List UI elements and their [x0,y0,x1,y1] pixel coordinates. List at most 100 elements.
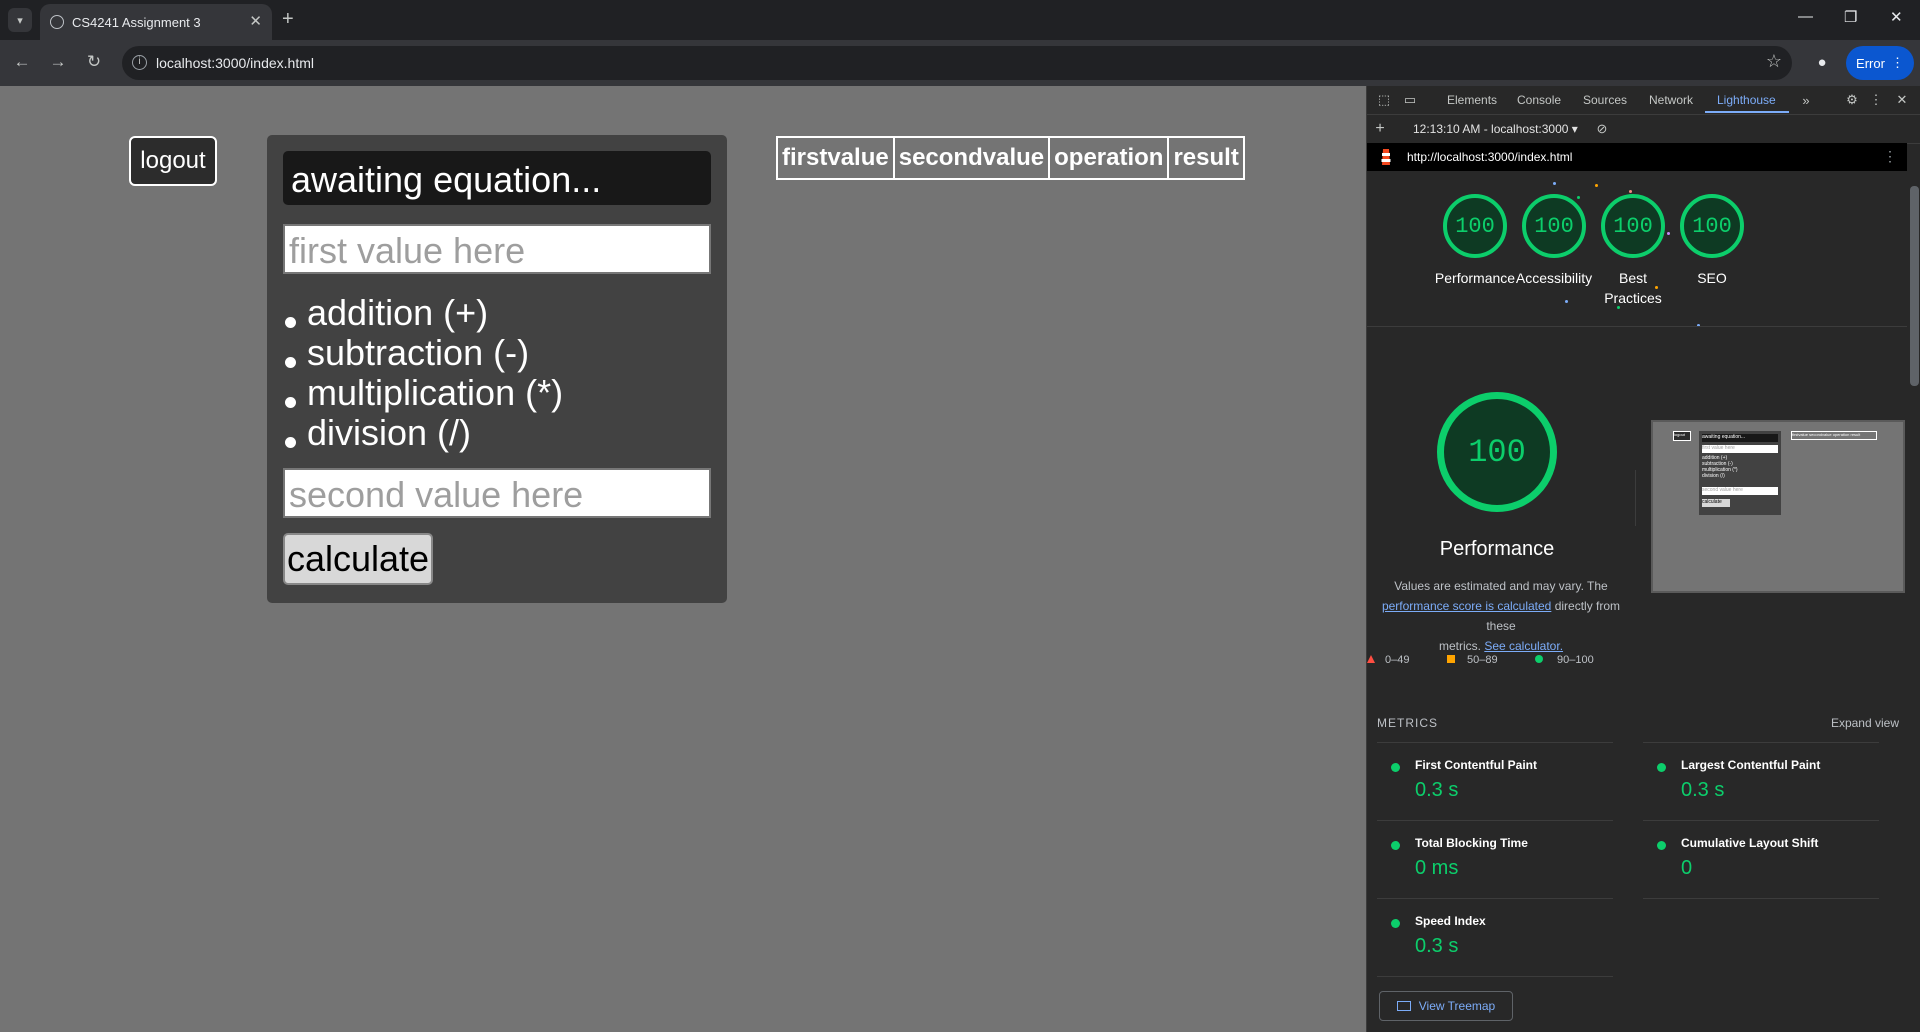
close-window-icon[interactable]: ✕ [1890,8,1903,26]
lighthouse-logo-icon [1381,149,1391,165]
confetti-dot [1553,182,1556,185]
second-value-input[interactable]: second value here [283,468,711,518]
performance-big-gauge: 100 [1437,392,1557,512]
best-practices-score-gauge[interactable]: 100 [1601,194,1665,258]
metric-fcp: First Contentful Paint 0.3 s [1377,742,1613,807]
close-devtools-icon[interactable]: ✕ [1893,91,1911,109]
treemap-label: View Treemap [1418,999,1496,1013]
browser-tab[interactable]: CS4241 Assignment 3 ✕ [40,4,272,40]
pass-dot-icon [1657,763,1666,772]
metric-value: 0.3 s [1415,935,1459,957]
close-tab-icon[interactable]: ✕ [249,12,262,30]
note-text-3: metrics. [1438,639,1481,653]
score-calculated-link[interactable]: performance score is calculated [1382,599,1551,613]
site-info-icon[interactable]: i [132,55,147,70]
page-screenshot-thumbnail[interactable]: logout awaiting equation... first value … [1651,420,1905,593]
logout-button[interactable]: logout [129,136,217,186]
new-report-icon[interactable]: + [1371,120,1389,138]
tab-lighthouse[interactable]: Lighthouse [1717,93,1776,107]
settings-gear-icon[interactable]: ⚙ [1843,91,1861,109]
pass-dot-icon [1391,763,1400,772]
tab-console[interactable]: Console [1517,93,1561,107]
header-result: result [1167,136,1245,180]
tab-elements[interactable]: Elements [1447,93,1497,107]
accessibility-score-gauge[interactable]: 100 [1522,194,1586,258]
more-tabs-icon[interactable]: » [1797,91,1815,109]
lighthouse-toolbar: + 12:13:10 AM - localhost:3000 ▾ ⊘ [1367,115,1920,144]
thumbnail-display: awaiting equation... [1702,434,1778,442]
performance-score-gauge[interactable]: 100 [1443,194,1507,258]
operation-multiplication[interactable]: multiplication (*) [283,373,563,413]
minimize-icon[interactable]: — [1798,8,1813,25]
devtools-panel: ⬚ ▭ Elements Console Sources Network Lig… [1366,86,1920,1032]
bookmark-star-icon[interactable]: ☆ [1766,51,1782,72]
devtools-menu-icon[interactable]: ⋮ [1867,91,1885,109]
reload-icon[interactable]: ↻ [82,50,106,74]
bullet-icon [285,357,296,368]
first-value-input[interactable]: first value here [283,224,711,274]
metric-name: Cumulative Layout Shift [1681,836,1819,850]
more-vert-icon: ⋮ [1890,55,1904,70]
metric-name: Speed Index [1415,914,1486,928]
calculator-panel: awaiting equation... first value here ad… [267,135,727,603]
tab-sources[interactable]: Sources [1583,93,1627,107]
seo-score-gauge[interactable]: 100 [1680,194,1744,258]
thumbnail-calculate: calculate [1702,499,1730,507]
pass-dot-icon [1391,919,1400,928]
address-url[interactable]: localhost:3000/index.html [156,55,314,71]
operation-addition[interactable]: addition (+) [283,293,563,333]
metric-cls: Cumulative Layout Shift 0 [1643,820,1879,885]
confetti-dot [1595,184,1598,187]
tab-network[interactable]: Network [1649,93,1693,107]
inspect-element-icon[interactable]: ⬚ [1375,91,1393,109]
pass-circle-icon [1535,655,1543,663]
profile-icon[interactable]: ● [1810,50,1834,74]
expand-view-button[interactable]: Expand view [1831,716,1899,730]
metric-value: 0 ms [1415,857,1459,879]
device-toolbar-icon[interactable]: ▭ [1401,91,1419,109]
metrics-heading: METRICS [1377,716,1438,730]
clear-reports-icon[interactable]: ⊘ [1593,120,1611,138]
report-selector[interactable]: 12:13:10 AM - localhost:3000 ▾ [1413,122,1578,136]
address-bar[interactable]: i localhost:3000/index.html ☆ [122,46,1792,80]
bullet-icon [285,397,296,408]
metric-lcp: Largest Contentful Paint 0.3 s [1643,742,1879,807]
calculate-button[interactable]: calculate [283,533,433,585]
report-url[interactable]: http://localhost:3000/index.html [1407,150,1572,164]
metric-value: 0.3 s [1681,779,1725,801]
new-tab-button[interactable]: + [282,8,294,31]
globe-icon [50,15,64,29]
devtools-scroll-thumb[interactable] [1910,186,1919,386]
report-time: 12:13:10 AM - localhost:3000 [1413,122,1569,136]
confetti-dot [1577,196,1580,199]
metric-name: Largest Contentful Paint [1681,758,1821,772]
operation-division[interactable]: division (/) [283,413,563,453]
see-calculator-link[interactable]: See calculator. [1484,639,1563,653]
forward-icon[interactable]: → [46,50,70,74]
pass-dot-icon [1657,841,1666,850]
error-button[interactable]: Error ⋮ [1846,46,1914,80]
tab-strip: ▾ CS4241 Assignment 3 ✕ + — ❐ ✕ [0,0,1920,40]
restore-icon[interactable]: ❐ [1844,8,1857,26]
back-icon[interactable]: ← [10,50,34,74]
view-treemap-button[interactable]: View Treemap [1379,991,1513,1021]
metric-tbt: Total Blocking Time 0 ms [1377,820,1613,885]
note-text-1: Values are estimated and may vary. The [1394,579,1608,593]
performance-note: Values are estimated and may vary. The p… [1367,576,1635,656]
tab-search-button[interactable]: ▾ [8,8,32,32]
results-table: firstvalue secondvalue operation result [776,136,1245,180]
thumbnail-calculator: awaiting equation... first value here ad… [1699,431,1781,515]
operation-subtraction[interactable]: subtraction (-) [283,333,563,373]
operation-label: addition (+) [307,292,489,333]
pass-dot-icon [1391,841,1400,850]
performance-title: Performance [1439,538,1555,560]
operation-label: division (/) [307,412,472,453]
legend-fail: 0–49 [1367,654,1409,666]
metric-value: 0 [1681,857,1693,879]
page-viewport: logout awaiting equation... first value … [0,86,1366,1032]
header-operation: operation [1048,136,1170,180]
operation-list: addition (+) subtraction (-) multiplicat… [283,293,563,453]
active-tab-indicator [1705,111,1789,113]
metric-divider [1643,898,1879,899]
report-menu-icon[interactable]: ⋮ [1883,148,1897,165]
